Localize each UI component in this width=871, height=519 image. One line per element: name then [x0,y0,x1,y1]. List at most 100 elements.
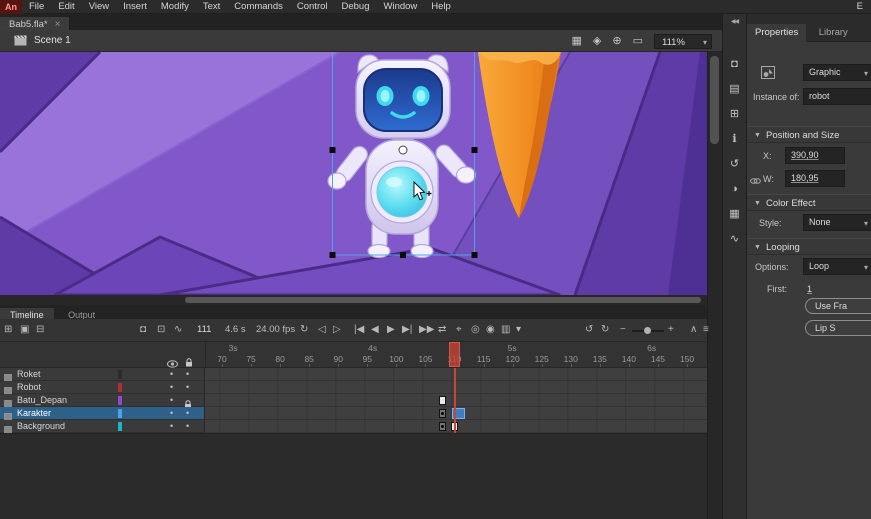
layer-outline-swatch[interactable] [118,409,122,418]
elapsed-time-display[interactable]: 4.6 s [225,319,246,341]
onion-skin-icon[interactable]: ◎ [471,319,480,341]
vertical-scroll-thumb[interactable] [710,56,719,144]
layer-name-cell[interactable]: Karakter•• [0,407,205,420]
first-frame-value[interactable]: 1 [807,284,812,294]
go-to-last-frame-icon[interactable]: ▶▶ [419,319,434,341]
keyframe-hollow[interactable] [439,396,446,405]
loop-range-icon[interactable]: ⇄ [438,319,446,341]
layer-visibility-dot[interactable]: • [170,368,173,380]
undo-icon[interactable]: ↺ [585,319,593,341]
layer-frames-strip[interactable] [205,381,707,394]
layer-name-cell[interactable]: Roket•• [0,368,205,381]
zoom-out-icon[interactable]: − [620,319,626,341]
zoom-level-dropdown[interactable]: 111% ▾ [654,34,712,49]
collapse-panels-icon[interactable]: ◀◀ [723,14,746,30]
menu-item-insert[interactable]: Insert [116,0,154,14]
tab-properties[interactable]: Properties [747,24,806,42]
frame-rate-display[interactable]: 24.00 fps [256,319,295,341]
layer-visibility-dot[interactable]: • [170,407,173,419]
step-back-icon[interactable]: ◁ [318,319,326,341]
menu-item-edit[interactable]: Edit [51,0,81,14]
layer-lock-dot[interactable]: • [186,381,189,393]
delete-layer-icon[interactable]: ⊟ [36,319,44,341]
previous-frame-icon[interactable]: ◀ [371,319,379,341]
section-looping[interactable]: ▼ Looping [747,238,871,255]
app-logo[interactable]: An [0,0,22,14]
timeline-zoom-slider[interactable] [632,330,664,332]
layer-lock-dot[interactable]: • [186,368,189,380]
x-position-field[interactable]: 390,90 [785,147,845,164]
playhead-marker[interactable] [449,342,460,367]
collapse-triangle-icon[interactable]: ▼ [754,127,761,144]
redo-icon[interactable]: ↻ [601,319,609,341]
layer-name-cell[interactable]: Batu_Depan• [0,394,205,407]
stage-horizontal-scrollbar[interactable] [0,295,707,305]
constrain-proportions-icon[interactable] [750,172,761,190]
menu-item-view[interactable]: View [82,0,116,14]
layer-outline-swatch[interactable] [118,370,122,379]
width-value[interactable]: 180,95 [791,173,819,183]
modify-markers-icon[interactable]: ▾ [516,319,521,341]
info-panel-icon[interactable]: ℹ [723,127,746,152]
transform-panel-icon[interactable]: ⊞ [723,102,746,127]
loop-playback-icon[interactable]: ↻ [300,319,308,341]
timeline-ruler[interactable]: 3s4s5s6s70758085909510010511011512012513… [0,342,707,368]
collapse-rows-icon[interactable]: ∧ [690,319,697,341]
menu-item-file[interactable]: File [22,0,51,14]
scene-breadcrumb[interactable]: Scene 1 [34,35,71,46]
stage-canvas[interactable] [0,52,707,295]
color-panel-icon[interactable]: ◑ [723,177,746,202]
layer-outline-swatch[interactable] [118,422,122,431]
stage-vertical-scrollbar[interactable] [707,52,722,519]
clip-content-outside-stage-icon[interactable]: ▭ [633,30,643,52]
playhead-line[interactable] [454,368,456,433]
menu-item-debug[interactable]: Debug [335,0,377,14]
menu-item-window[interactable]: Window [377,0,425,14]
section-position-and-size[interactable]: ▼ Position and Size [747,126,871,143]
zoom-in-icon[interactable]: + [668,319,674,341]
layer-visibility-dot[interactable]: • [170,381,173,393]
layer-name-cell[interactable]: Robot•• [0,381,205,394]
center-frame-icon[interactable]: ⌖ [456,319,462,341]
lip-syncing-button[interactable]: Lip S [805,320,871,336]
new-folder-icon[interactable]: ▣ [20,319,29,341]
x-position-value[interactable]: 390,90 [791,150,819,160]
style-dropdown[interactable]: None ▾ [803,214,871,231]
layer-visibility-dot[interactable]: • [170,394,173,406]
step-forward-icon[interactable]: ▷ [333,319,341,341]
timeline-menu-icon[interactable]: ≡ [703,319,709,341]
graph-editor-icon[interactable]: ∿ [174,319,182,341]
keyframe-filled[interactable] [439,422,446,431]
menu-item-modify[interactable]: Modify [154,0,196,14]
layer-row-robot[interactable]: Robot•• [0,381,707,394]
camera-icon[interactable]: ◘ [140,319,146,341]
properties-panel-icon[interactable]: ▤ [723,77,746,102]
selection-handle[interactable] [472,252,478,258]
horizontal-scroll-thumb[interactable] [185,297,701,303]
center-stage-icon[interactable]: ⊕ [612,30,621,52]
tab-close-icon[interactable]: × [55,19,61,30]
loop-options-dropdown[interactable]: Loop ▾ [803,258,871,275]
width-field[interactable]: 180,95 [785,170,845,187]
menu-item-help[interactable]: Help [424,0,458,14]
selection-handle[interactable] [400,252,406,258]
menu-item-control[interactable]: Control [290,0,335,14]
use-frame-picker-button[interactable]: Use Fra [805,298,871,314]
symbol-type-dropdown[interactable]: Graphic ▾ [803,64,871,81]
section-color-effect[interactable]: ▼ Color Effect [747,194,871,211]
layer-row-batu_depan[interactable]: Batu_Depan• [0,394,707,407]
layer-outline-swatch[interactable] [118,396,122,405]
camera-panel-icon[interactable]: ◘ [723,52,746,77]
play-icon[interactable]: ▶ [387,319,395,341]
menu-item-text[interactable]: Text [196,0,227,14]
layer-frames-strip[interactable] [205,368,707,381]
layer-row-background[interactable]: Background•• [0,420,707,433]
swatches-panel-icon[interactable]: ▦ [723,202,746,227]
selection-handle[interactable] [472,147,478,153]
new-layer-icon[interactable]: ⊞ [4,319,12,341]
workspace-button[interactable]: E [857,0,871,14]
layer-parenting-icon[interactable]: ⊡ [157,319,165,341]
collapse-triangle-icon[interactable]: ▼ [754,239,761,256]
layer-row-karakter[interactable]: Karakter•• [0,407,707,420]
onion-skin-outlines-icon[interactable]: ◉ [486,319,495,341]
